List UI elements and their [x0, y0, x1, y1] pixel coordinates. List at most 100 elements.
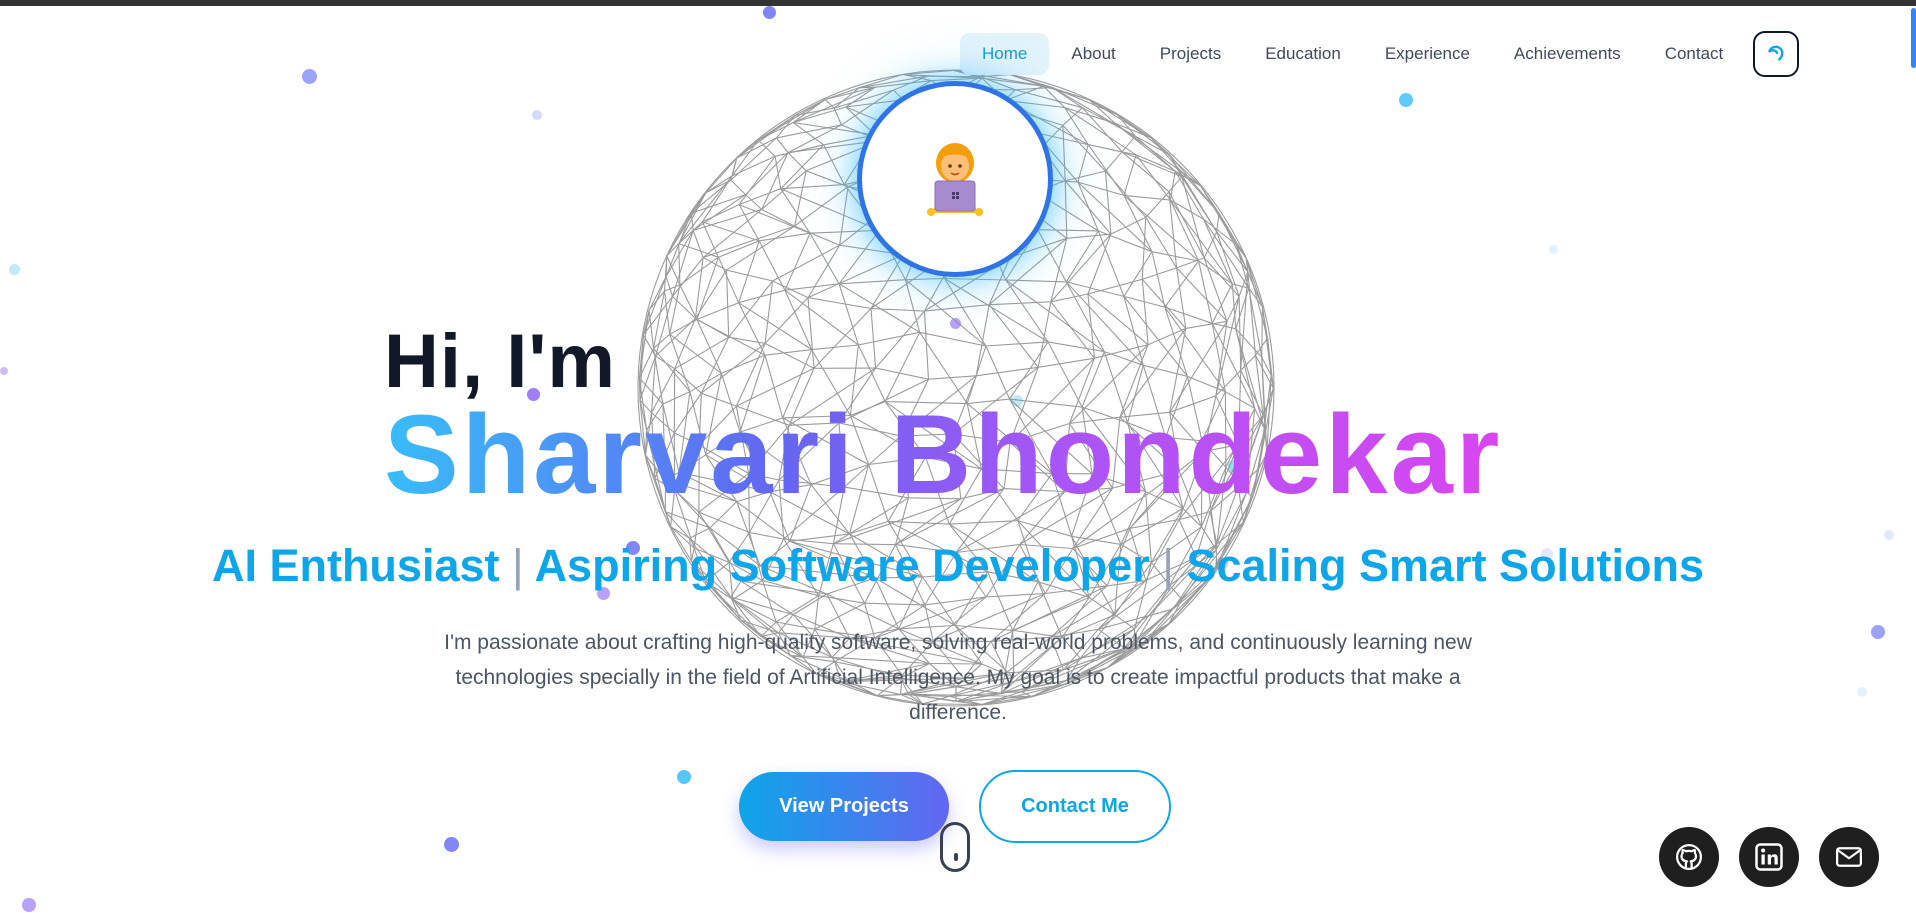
- globe-edge: [1145, 191, 1170, 218]
- globe-edge: [761, 209, 795, 227]
- github-icon: [1676, 844, 1702, 870]
- globe-edge: [858, 331, 920, 346]
- linkedin-button[interactable]: [1739, 827, 1799, 887]
- globe-edge: [985, 341, 1049, 347]
- hero-section: Home About Projects Education Experience…: [0, 0, 1916, 913]
- globe-edge: [764, 297, 809, 344]
- nav-item-experience[interactable]: Experience: [1363, 33, 1492, 75]
- globe-edge: [738, 240, 760, 303]
- globe-edge: [665, 276, 674, 297]
- globe-edge: [875, 367, 929, 380]
- globe-edge: [1198, 260, 1213, 324]
- globe-edge: [1050, 301, 1095, 359]
- github-button[interactable]: [1659, 827, 1719, 887]
- roles-tagline: AI Enthusiast | Aspiring Software Develo…: [0, 540, 1916, 592]
- globe-edge: [807, 297, 872, 310]
- contact-me-button[interactable]: Contact Me: [979, 770, 1171, 843]
- hero-name: Sharvari Bhondekar: [384, 392, 1503, 517]
- email-button[interactable]: [1819, 827, 1879, 887]
- role-3: Scaling Smart Solutions: [1186, 540, 1705, 591]
- moon-icon: [1768, 45, 1784, 61]
- globe-edge: [757, 122, 794, 141]
- globe-edge: [696, 319, 722, 374]
- globe-edge: [1066, 233, 1111, 239]
- nav-item-projects[interactable]: Projects: [1138, 33, 1243, 75]
- nav-item-about[interactable]: About: [1049, 33, 1137, 75]
- globe-edge: [989, 301, 1051, 306]
- globe-edge: [738, 289, 786, 304]
- globe-edge: [849, 520, 889, 535]
- globe-edge: [764, 342, 815, 369]
- globe-edge: [1005, 279, 1049, 343]
- globe-edge: [669, 334, 691, 392]
- nav-item-contact[interactable]: Contact: [1643, 33, 1746, 75]
- mouse-scroll-icon[interactable]: [940, 822, 970, 872]
- globe-edge: [1123, 154, 1137, 196]
- globe-edge: [653, 347, 691, 393]
- globe-edge: [794, 225, 840, 246]
- globe-edge: [864, 602, 925, 606]
- theme-toggle-button[interactable]: [1753, 31, 1800, 77]
- globe-edge: [757, 99, 826, 141]
- globe-edge: [944, 278, 987, 347]
- globe-edge: [726, 225, 795, 271]
- role-1: AI Enthusiast: [211, 540, 500, 591]
- globe-edge: [663, 290, 671, 335]
- globe-edge: [1245, 257, 1269, 339]
- globe-edge: [679, 256, 719, 286]
- profile-avatar: [857, 81, 1053, 277]
- globe-edge: [986, 592, 1046, 598]
- globe-edge: [718, 240, 760, 258]
- globe-edge: [728, 336, 766, 344]
- globe-edge: [730, 179, 746, 195]
- globe-edge: [1064, 180, 1068, 239]
- mouse-wheel: [954, 853, 958, 861]
- globe-edge: [1215, 296, 1240, 396]
- globe-edge: [702, 209, 763, 258]
- globe-edge: [787, 152, 807, 172]
- globe-edge: [721, 354, 766, 374]
- globe-edge: [1141, 279, 1149, 345]
- role-separator: |: [1162, 540, 1174, 591]
- nav-item-education[interactable]: Education: [1243, 33, 1363, 75]
- globe-edge: [813, 308, 872, 369]
- globe-edge: [1123, 194, 1199, 262]
- view-projects-button[interactable]: View Projects: [739, 772, 949, 841]
- globe-edge: [679, 284, 698, 320]
- role-separator: |: [512, 540, 524, 591]
- globe-edge: [833, 87, 860, 109]
- globe-edge: [1048, 341, 1105, 353]
- nav-item-achievements[interactable]: Achievements: [1492, 33, 1643, 75]
- globe-edge: [870, 308, 877, 369]
- globe-edge: [1143, 364, 1188, 377]
- globe-edge: [689, 527, 711, 539]
- globe-edge: [692, 230, 704, 258]
- globe-edge: [870, 307, 925, 312]
- globe-edge: [696, 302, 739, 321]
- globe-edge: [919, 331, 987, 347]
- globe-edge: [784, 232, 811, 291]
- globe-edge: [669, 319, 698, 335]
- globe-edge: [1065, 170, 1106, 182]
- globe-edge: [1104, 171, 1112, 235]
- globe-edge: [1097, 230, 1125, 297]
- globe-edge: [988, 304, 1039, 368]
- globe-edge: [809, 229, 880, 234]
- globe-edge: [924, 304, 990, 312]
- globe-edge: [1005, 279, 1067, 283]
- role-2: Aspiring Software Developer: [534, 540, 1150, 591]
- globe-edge: [689, 372, 722, 393]
- globe-edge: [726, 269, 773, 282]
- globe-edge: [1062, 125, 1066, 181]
- globe-edge: [1087, 144, 1125, 196]
- globe-edge: [784, 289, 859, 346]
- globe-edge: [792, 593, 827, 616]
- globe-edge: [1142, 267, 1177, 280]
- globe-edge: [764, 349, 812, 356]
- hero-description: I'm passionate about crafting high-quali…: [444, 631, 1472, 724]
- globe-edge: [775, 595, 819, 623]
- globe-edge: [776, 137, 789, 153]
- globe-edge: [793, 121, 876, 136]
- nav-item-home[interactable]: Home: [960, 33, 1050, 75]
- globe-edge: [838, 229, 880, 285]
